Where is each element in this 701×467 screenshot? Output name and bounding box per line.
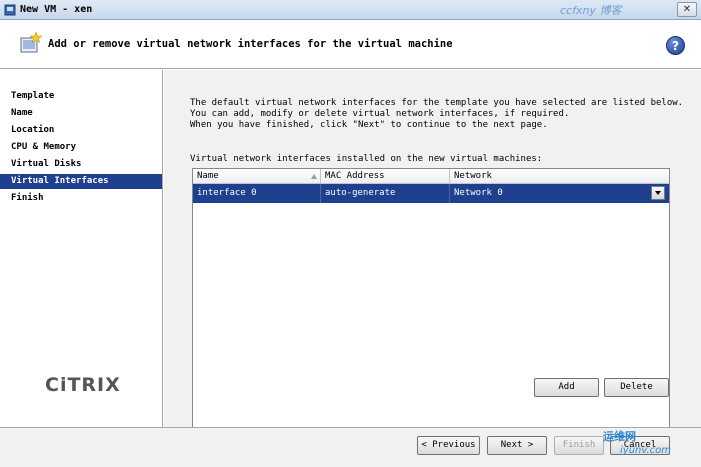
close-button[interactable]: ✕ — [677, 2, 697, 17]
sort-ascending-icon — [311, 174, 317, 179]
window-titlebar: New VM - xen ccfxny 博客 ✕ — [0, 0, 701, 20]
wizard-header: Add or remove virtual network interfaces… — [0, 21, 701, 69]
main-panel: The default virtual network interfaces f… — [164, 70, 701, 445]
sidebar-item-cpu-memory[interactable]: CPU & Memory — [0, 140, 162, 155]
watermark-top: ccfxny 博客 — [560, 4, 622, 17]
wizard-sidebar: Template Name Location CPU & Memory Virt… — [0, 70, 163, 427]
table-row[interactable]: interface 0 auto-generate Network 0 — [193, 184, 669, 203]
help-icon[interactable]: ? — [666, 36, 685, 55]
add-button[interactable]: Add — [534, 378, 599, 397]
column-header-mac[interactable]: MAC Address — [321, 169, 450, 184]
cell-network[interactable]: Network 0 — [450, 184, 650, 203]
window-title: New VM - xen — [20, 4, 93, 15]
wizard-star-icon — [20, 31, 42, 53]
watermark-bottom-url: iyunv.com — [620, 445, 672, 456]
sidebar-item-finish[interactable]: Finish — [0, 191, 162, 206]
citrix-logo: CiTRIX — [45, 374, 121, 396]
interfaces-table[interactable]: Name MAC Address Network interface 0 aut… — [192, 168, 670, 445]
watermark-bottom: 运维网 — [603, 430, 636, 443]
sidebar-item-template[interactable]: Template — [0, 89, 162, 104]
table-header: Name MAC Address Network — [193, 169, 669, 184]
page-title: Add or remove virtual network interfaces… — [48, 38, 453, 50]
cell-mac: auto-generate — [321, 184, 450, 203]
sidebar-item-virtual-disks[interactable]: Virtual Disks — [0, 157, 162, 172]
intro-line: You can add, modify or delete virtual ne… — [190, 109, 570, 119]
finish-button[interactable]: Finish — [554, 436, 604, 455]
column-header-network[interactable]: Network — [450, 169, 669, 184]
delete-button[interactable]: Delete — [604, 378, 669, 397]
chevron-down-icon — [655, 191, 661, 195]
sidebar-item-name[interactable]: Name — [0, 106, 162, 121]
network-dropdown-button[interactable] — [651, 186, 665, 200]
app-icon — [4, 4, 16, 16]
sidebar-item-location[interactable]: Location — [0, 123, 162, 138]
sidebar-item-virtual-interfaces[interactable]: Virtual Interfaces — [0, 174, 162, 189]
intro-text: The default virtual network interfaces f… — [190, 98, 690, 131]
previous-button[interactable]: < Previous — [417, 436, 480, 455]
intro-line: The default virtual network interfaces f… — [190, 98, 684, 108]
cell-name: interface 0 — [193, 184, 321, 203]
column-header-name[interactable]: Name — [193, 169, 321, 184]
table-label: Virtual network interfaces installed on … — [190, 154, 543, 164]
wizard-footer: < Previous Next > Finish Cancel 运维网 iyun… — [0, 427, 701, 467]
intro-line: When you have finished, click "Next" to … — [190, 120, 548, 130]
next-button[interactable]: Next > — [487, 436, 547, 455]
